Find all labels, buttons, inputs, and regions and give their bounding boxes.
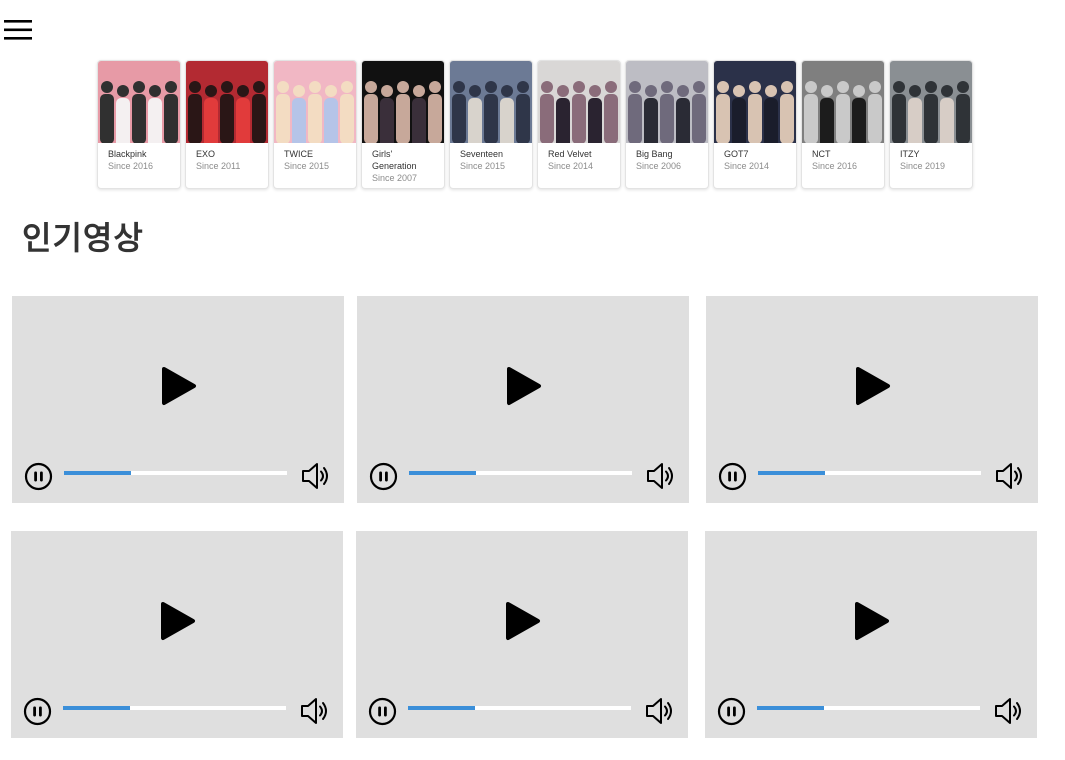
group-photo — [274, 61, 356, 143]
video-player[interactable] — [11, 531, 343, 738]
group-name: Red Velvet — [548, 149, 592, 159]
progress-fill — [408, 706, 475, 710]
group-since: Since 2011 — [196, 161, 241, 171]
group-since: Since 2015 — [460, 161, 506, 171]
pause-icon[interactable] — [718, 462, 747, 491]
group-name: Big Bang — [636, 149, 673, 159]
group-name: Seventeen — [460, 149, 504, 159]
group-since: Since 2014 — [724, 161, 770, 171]
group-name: GOT7 — [724, 149, 749, 159]
progress-bar[interactable] — [63, 706, 286, 710]
group-card[interactable]: TWICE Since 2015 — [273, 60, 357, 189]
play-icon[interactable] — [160, 601, 196, 641]
group-name: EXO — [196, 149, 216, 159]
group-card[interactable]: Red Velvet Since 2014 — [537, 60, 621, 189]
section-title: 인기영상 — [22, 219, 144, 257]
play-icon[interactable] — [855, 366, 891, 406]
group-since: Since 2015 — [284, 161, 330, 171]
group-card[interactable]: Blackpink Since 2016 — [97, 60, 181, 189]
volume-icon[interactable] — [645, 460, 677, 492]
pause-icon[interactable] — [717, 697, 746, 726]
progress-fill — [409, 471, 476, 475]
group-since: Since 2016 — [108, 161, 154, 171]
progress-fill — [758, 471, 825, 475]
group-since: Since 2006 — [636, 161, 682, 171]
progress-bar[interactable] — [64, 471, 287, 475]
group-since: Since 2014 — [548, 161, 594, 171]
volume-icon[interactable] — [644, 695, 676, 727]
play-icon[interactable] — [161, 366, 197, 406]
group-name: Blackpink — [108, 149, 147, 159]
video-player[interactable] — [705, 531, 1037, 738]
group-since: Since 2019 — [900, 161, 946, 171]
group-photo — [450, 61, 532, 143]
video-player[interactable] — [706, 296, 1038, 503]
group-photo — [802, 61, 884, 143]
group-card[interactable]: Seventeen Since 2015 — [449, 60, 533, 189]
progress-fill — [757, 706, 824, 710]
group-card[interactable]: ITZY Since 2019 — [889, 60, 973, 189]
group-card[interactable]: NCT Since 2016 — [801, 60, 885, 189]
volume-icon[interactable] — [300, 460, 332, 492]
video-player[interactable] — [356, 531, 688, 738]
group-photo — [186, 61, 268, 143]
group-name: NCT — [812, 149, 831, 159]
group-photo — [538, 61, 620, 143]
group-card[interactable]: EXO Since 2011 — [185, 60, 269, 189]
play-icon[interactable] — [505, 601, 541, 641]
hamburger-menu-icon[interactable] — [4, 19, 32, 41]
play-icon[interactable] — [506, 366, 542, 406]
play-icon[interactable] — [854, 601, 890, 641]
group-since: Since 2016 — [812, 161, 858, 171]
pause-icon[interactable] — [24, 462, 53, 491]
group-name: TWICE — [284, 149, 313, 159]
progress-bar[interactable] — [757, 706, 980, 710]
volume-icon[interactable] — [299, 695, 331, 727]
group-photo — [626, 61, 708, 143]
group-photo — [714, 61, 796, 143]
volume-icon[interactable] — [993, 695, 1025, 727]
group-card[interactable]: Big Bang Since 2006 — [625, 60, 709, 189]
group-photo — [362, 61, 444, 143]
group-card[interactable]: Girls' Generation Since 2007 — [361, 60, 445, 189]
video-player[interactable] — [357, 296, 689, 503]
progress-bar[interactable] — [409, 471, 632, 475]
pause-icon[interactable] — [368, 697, 397, 726]
group-name: ITZY — [900, 149, 920, 159]
group-card[interactable]: GOT7 Since 2014 — [713, 60, 797, 189]
group-photo — [98, 61, 180, 143]
pause-icon[interactable] — [23, 697, 52, 726]
progress-fill — [64, 471, 131, 475]
progress-bar[interactable] — [408, 706, 631, 710]
group-photo — [890, 61, 972, 143]
group-name: Girls' Generation — [372, 149, 417, 171]
video-player[interactable] — [12, 296, 344, 503]
pause-icon[interactable] — [369, 462, 398, 491]
progress-bar[interactable] — [758, 471, 981, 475]
progress-fill — [63, 706, 130, 710]
volume-icon[interactable] — [994, 460, 1026, 492]
group-since: Since 2007 — [372, 172, 418, 183]
